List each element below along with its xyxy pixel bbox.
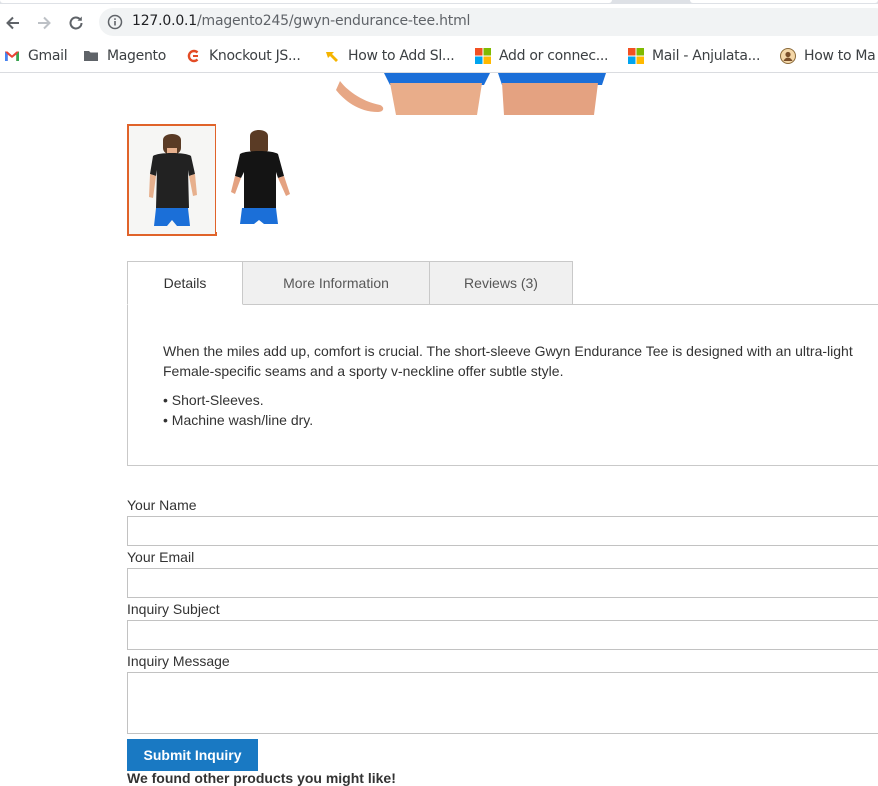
browser-tab-active[interactable] bbox=[0, 0, 612, 3]
name-input[interactable] bbox=[127, 516, 878, 546]
tab-label: Reviews (3) bbox=[464, 275, 538, 291]
forward-button[interactable] bbox=[33, 12, 55, 34]
message-textarea[interactable] bbox=[127, 672, 878, 734]
url-host: 127.0.0.1 bbox=[132, 13, 197, 29]
bookmark-arrow-icon bbox=[324, 48, 340, 64]
browser-toolbar: 127.0.0.1/magento245/gwyn-endurance-tee.… bbox=[0, 4, 878, 40]
subject-input[interactable] bbox=[127, 620, 878, 650]
bookmark-label: Mail - Anjulata... bbox=[652, 48, 761, 64]
description-line: When the miles add up, comfort is crucia… bbox=[163, 343, 853, 359]
forward-arrow-icon bbox=[38, 16, 51, 30]
bookmark-gmail[interactable]: Gmail bbox=[4, 46, 68, 66]
bookmark-label: How to Ma bbox=[804, 48, 876, 64]
subject-label: Inquiry Subject bbox=[127, 601, 220, 617]
email-input[interactable] bbox=[127, 568, 878, 598]
submit-inquiry-button[interactable]: Submit Inquiry bbox=[127, 739, 258, 771]
gmail-icon bbox=[4, 48, 20, 64]
tab-label: More Information bbox=[283, 275, 389, 291]
avatar-icon bbox=[780, 48, 796, 64]
bookmark-add-or-connect[interactable]: Add or connec... bbox=[475, 46, 609, 66]
description-line: Female-specific seams and a sporty v-nec… bbox=[163, 363, 564, 379]
product-main-image[interactable] bbox=[300, 73, 620, 115]
tab-label: Details bbox=[163, 275, 207, 291]
tab-reviews[interactable]: Reviews (3) bbox=[429, 261, 573, 305]
bookmark-label: Magento bbox=[107, 48, 166, 64]
reload-icon bbox=[69, 16, 83, 30]
bookmark-how-to-ma[interactable]: How to Ma bbox=[780, 46, 876, 66]
bookmark-label: How to Add Sl... bbox=[348, 48, 455, 64]
product-thumbnail-back[interactable] bbox=[216, 124, 302, 232]
feature-item: • Short-Sleeves. bbox=[163, 392, 264, 408]
name-label: Your Name bbox=[127, 497, 197, 513]
related-products-heading: We found other products you might like! bbox=[127, 770, 396, 786]
tab-details[interactable]: Details bbox=[127, 261, 243, 305]
bookmark-label: Add or connec... bbox=[499, 48, 609, 64]
site-info-icon[interactable] bbox=[107, 14, 123, 35]
bookmark-mail[interactable]: Mail - Anjulata... bbox=[628, 46, 760, 66]
address-bar[interactable]: 127.0.0.1/magento245/gwyn-endurance-tee.… bbox=[99, 8, 878, 36]
back-arrow-icon bbox=[6, 16, 19, 30]
bookmark-label: Knockout JS... bbox=[209, 48, 301, 64]
bookmark-magento[interactable]: Magento bbox=[83, 46, 166, 66]
reload-button[interactable] bbox=[65, 12, 87, 34]
feature-item: • Machine wash/line dry. bbox=[163, 412, 314, 428]
details-panel: When the miles add up, comfort is crucia… bbox=[127, 304, 878, 466]
bookmark-how-to-add[interactable]: How to Add Sl... bbox=[324, 46, 455, 66]
email-label: Your Email bbox=[127, 549, 195, 565]
message-label: Inquiry Message bbox=[127, 653, 230, 669]
browser-tab[interactable] bbox=[690, 0, 878, 3]
knockout-icon bbox=[185, 48, 201, 64]
url-text[interactable]: 127.0.0.1/magento245/gwyn-endurance-tee.… bbox=[132, 13, 470, 29]
bookmark-knockout[interactable]: Knockout JS... bbox=[185, 46, 301, 66]
bookmark-label: Gmail bbox=[28, 48, 68, 64]
product-description: When the miles add up, comfort is crucia… bbox=[163, 341, 878, 381]
bookmarks-bar: Gmail Magento Knockout JS... How to Add … bbox=[0, 40, 878, 73]
tab-more-information[interactable]: More Information bbox=[242, 261, 430, 305]
url-path: /magento245/gwyn-endurance-tee.html bbox=[197, 13, 471, 29]
microsoft-icon bbox=[475, 48, 491, 64]
folder-icon bbox=[83, 48, 99, 64]
product-thumbnail-front[interactable] bbox=[127, 124, 217, 236]
microsoft-icon bbox=[628, 48, 644, 64]
back-button[interactable] bbox=[2, 12, 24, 34]
product-features: • Short-Sleeves. • Machine wash/line dry… bbox=[163, 390, 313, 430]
